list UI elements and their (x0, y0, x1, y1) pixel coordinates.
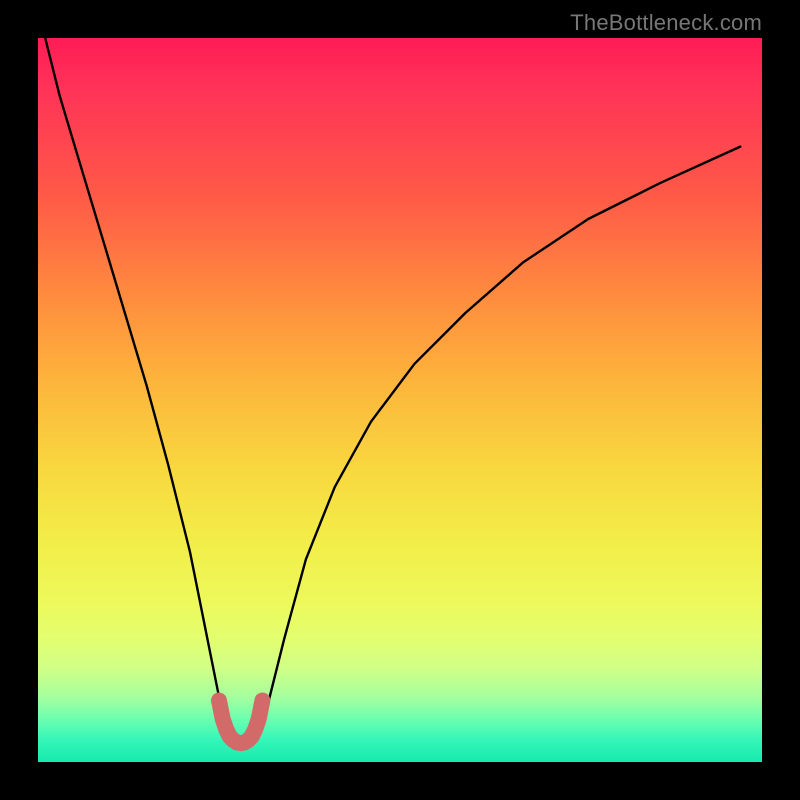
outer-frame: TheBottleneck.com (0, 0, 800, 800)
attribution-text: TheBottleneck.com (570, 10, 762, 36)
highlight-segment-path (219, 701, 262, 744)
chart-svg (38, 38, 762, 762)
bottleneck-curve-path (45, 38, 740, 748)
plot-area (38, 38, 762, 762)
